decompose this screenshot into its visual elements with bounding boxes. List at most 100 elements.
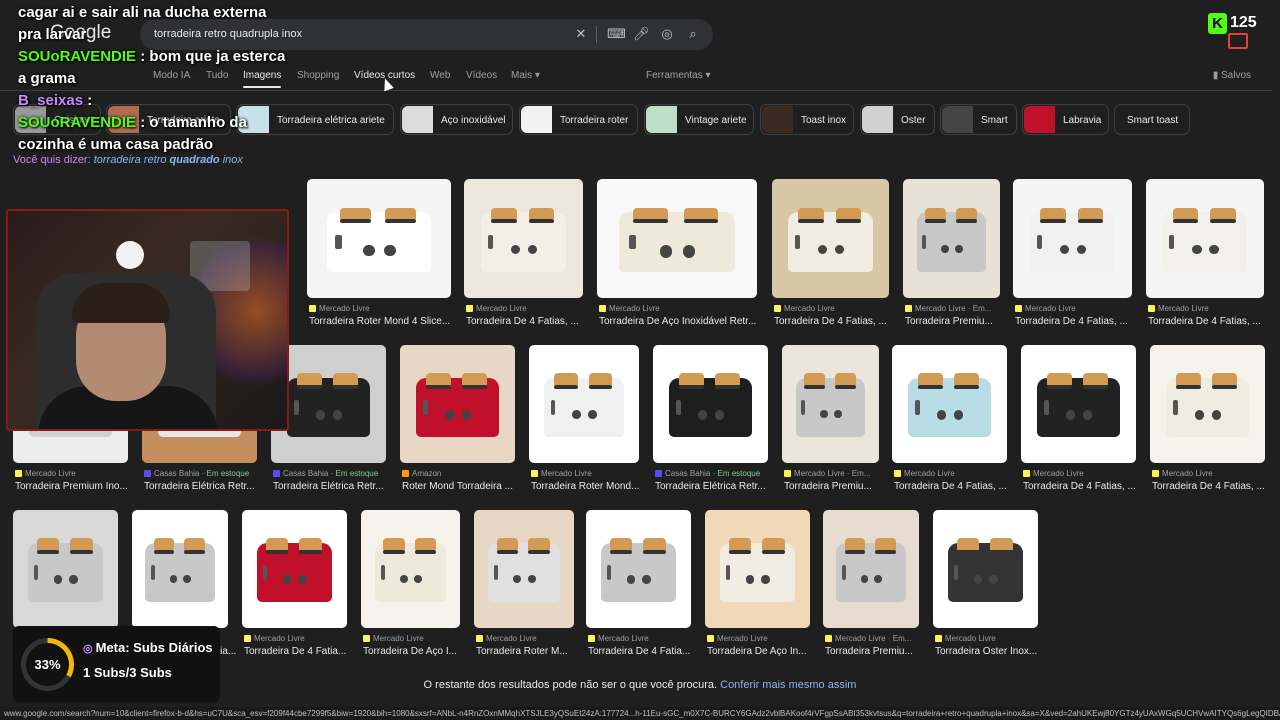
result-title[interactable]: Torradeira De 4 Fatias, ... bbox=[466, 316, 579, 327]
result-source[interactable]: Mercado Livre bbox=[588, 634, 649, 643]
result-source[interactable]: Casas Bahia · Em estoque bbox=[144, 469, 249, 478]
result-image[interactable] bbox=[242, 510, 347, 628]
lens-icon[interactable]: ◎ bbox=[659, 26, 675, 42]
result-title[interactable]: Torradeira Roter M... bbox=[476, 646, 568, 657]
result-title[interactable]: Torradeira De 4 Fatias, ... bbox=[774, 316, 887, 327]
tab-web[interactable]: Web bbox=[430, 70, 450, 81]
result-image[interactable] bbox=[705, 510, 810, 628]
result-title[interactable]: Torradeira De 4 Fatias, ... bbox=[1148, 316, 1261, 327]
result-image[interactable] bbox=[529, 345, 639, 463]
result-image[interactable] bbox=[782, 345, 879, 463]
result-source[interactable]: Mercado Livre · Em... bbox=[825, 634, 911, 643]
toaster-slot bbox=[609, 550, 633, 554]
result-title[interactable]: Torradeira Oster Inox... bbox=[935, 646, 1037, 657]
microphone-icon[interactable]: 🎤︎ bbox=[633, 26, 650, 42]
result-source[interactable]: Mercado Livre bbox=[15, 469, 76, 478]
result-source[interactable]: Casas Bahia · Em estoque bbox=[273, 469, 378, 478]
result-source[interactable]: Mercado Livre bbox=[476, 634, 537, 643]
chip-7[interactable]: Oster bbox=[860, 104, 935, 135]
result-title[interactable]: Torradeira Premiu... bbox=[784, 481, 872, 492]
result-source[interactable]: Amazon bbox=[402, 469, 441, 478]
result-source[interactable]: Mercado Livre · Em... bbox=[905, 304, 991, 313]
result-source[interactable]: Mercado Livre bbox=[1015, 304, 1076, 313]
result-title[interactable]: Torradeira De Aço I... bbox=[363, 646, 457, 657]
toaster-slot bbox=[528, 550, 550, 554]
result-title[interactable]: Torradeira De 4 Fatia... bbox=[244, 646, 346, 657]
result-image[interactable] bbox=[1146, 179, 1264, 298]
more-results-link[interactable]: Conferir mais mesmo assim bbox=[720, 679, 856, 691]
result-title[interactable]: Torradeira De Aço Inoxidável Retr... bbox=[599, 316, 756, 327]
result-source[interactable]: Mercado Livre bbox=[466, 304, 527, 313]
result-image[interactable] bbox=[597, 179, 757, 298]
result-image[interactable] bbox=[132, 510, 228, 628]
result-title[interactable]: Torradeira De Aço In... bbox=[707, 646, 807, 657]
result-source[interactable]: Mercado Livre bbox=[774, 304, 835, 313]
toaster-dial bbox=[761, 575, 770, 584]
result-source[interactable]: Mercado Livre bbox=[1152, 469, 1213, 478]
chip-3[interactable]: Aço inoxidável bbox=[400, 104, 513, 135]
result-source[interactable]: Mercado Livre bbox=[363, 634, 424, 643]
result-title[interactable]: Torradeira Elétrica Retr... bbox=[655, 481, 766, 492]
result-title[interactable]: Torradeira De 4 Fatia... bbox=[588, 646, 690, 657]
result-title[interactable]: Torradeira Premiu... bbox=[905, 316, 993, 327]
clear-icon[interactable]: ✕ bbox=[573, 26, 589, 42]
toast-slice bbox=[1210, 207, 1236, 220]
toaster-slot bbox=[803, 385, 825, 389]
result-title[interactable]: Torradeira Elétrica Retr... bbox=[144, 481, 255, 492]
chip-6[interactable]: Toast inox bbox=[760, 104, 854, 135]
result-image[interactable] bbox=[464, 179, 583, 298]
result-source[interactable]: Mercado Livre bbox=[1023, 469, 1084, 478]
keyboard-icon[interactable]: ⌨ bbox=[607, 26, 626, 42]
result-source[interactable]: Mercado Livre bbox=[935, 634, 996, 643]
saved-button[interactable]: ▮ Salvos bbox=[1213, 70, 1251, 81]
streamer-hair bbox=[72, 283, 170, 323]
result-title[interactable]: Roter Mond Torradeira ... bbox=[402, 481, 513, 492]
result-source[interactable]: Mercado Livre bbox=[707, 634, 768, 643]
result-image[interactable] bbox=[474, 510, 574, 628]
result-image[interactable] bbox=[307, 179, 451, 298]
result-title[interactable]: Torradeira De 4 Fatias, ... bbox=[894, 481, 1007, 492]
result-title[interactable]: Torradeira Premium Ino... bbox=[15, 481, 128, 492]
chip-8[interactable]: Smart bbox=[940, 104, 1017, 135]
search-icon[interactable]: ⌕ bbox=[685, 26, 701, 42]
result-image[interactable] bbox=[903, 179, 1000, 298]
result-image[interactable] bbox=[361, 510, 460, 628]
toaster-slot bbox=[1047, 385, 1072, 389]
toaster-dial bbox=[989, 575, 998, 584]
tab-shopping[interactable]: Shopping bbox=[297, 70, 339, 81]
result-image[interactable] bbox=[653, 345, 768, 463]
chip-4[interactable]: Torradeira roter bbox=[519, 104, 638, 135]
result-source[interactable]: Mercado Livre bbox=[244, 634, 305, 643]
chip-5[interactable]: Vintage ariete bbox=[644, 104, 754, 135]
result-image[interactable] bbox=[400, 345, 515, 463]
result-image[interactable] bbox=[1013, 179, 1132, 298]
result-image[interactable] bbox=[1150, 345, 1265, 463]
result-title[interactable]: Torradeira De 4 Fatias, ... bbox=[1152, 481, 1265, 492]
result-image[interactable] bbox=[823, 510, 919, 628]
tab-videos[interactable]: Vídeos bbox=[466, 70, 497, 81]
result-title[interactable]: Torradeira Roter Mond 4 Slice... bbox=[309, 316, 450, 327]
result-title[interactable]: Torradeira Elétrica Retr... bbox=[273, 481, 384, 492]
result-title[interactable]: Torradeira De 4 Fatias, ... bbox=[1023, 481, 1136, 492]
result-source[interactable]: Mercado Livre · Em... bbox=[784, 469, 870, 478]
result-image[interactable] bbox=[772, 179, 889, 298]
chip-9[interactable]: Labravia bbox=[1022, 104, 1109, 135]
result-image[interactable] bbox=[13, 510, 118, 628]
result-image[interactable] bbox=[586, 510, 691, 628]
result-image[interactable] bbox=[933, 510, 1038, 628]
scrollbar[interactable] bbox=[1272, 90, 1280, 707]
result-source[interactable]: Casas Bahia · Em estoque bbox=[655, 469, 760, 478]
result-image[interactable] bbox=[892, 345, 1007, 463]
result-image[interactable] bbox=[1021, 345, 1136, 463]
result-source[interactable]: Mercado Livre bbox=[599, 304, 660, 313]
result-source[interactable]: Mercado Livre bbox=[309, 304, 370, 313]
chip-10[interactable]: Smart toast bbox=[1114, 104, 1190, 135]
result-title[interactable]: Torradeira Roter Mond... bbox=[531, 481, 639, 492]
result-source[interactable]: Mercado Livre bbox=[894, 469, 955, 478]
tools-button[interactable]: Ferramentas ▾ bbox=[646, 70, 710, 81]
result-source[interactable]: Mercado Livre bbox=[531, 469, 592, 478]
result-source[interactable]: Mercado Livre bbox=[1148, 304, 1209, 313]
result-title[interactable]: Torradeira De 4 Fatias, ... bbox=[1015, 316, 1128, 327]
tab-mais[interactable]: Mais ▾ bbox=[511, 70, 540, 81]
result-title[interactable]: Torradeira Premiu... bbox=[825, 646, 913, 657]
